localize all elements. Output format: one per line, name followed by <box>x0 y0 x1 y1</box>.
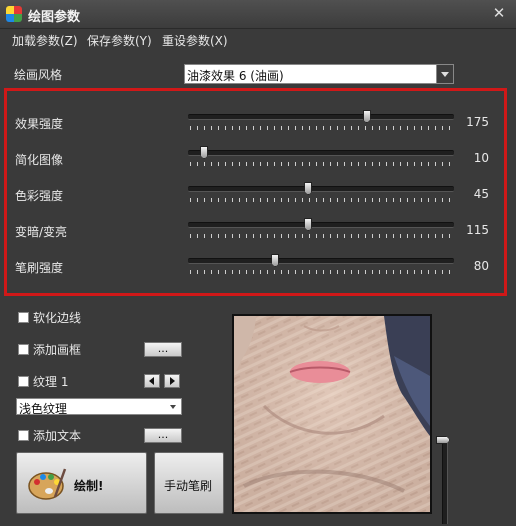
texture-select[interactable]: 浅色纹理 <box>16 398 182 416</box>
menu-reset-params[interactable]: 重设参数(X) <box>162 32 228 49</box>
texture-select-value: 浅色纹理 <box>19 402 68 416</box>
style-label: 绘画风格 <box>14 68 63 82</box>
preview-zoom-track[interactable] <box>442 440 448 524</box>
slider-label: 效果强度 <box>15 117 64 131</box>
chevron-down-icon[interactable] <box>436 65 453 83</box>
frame-options-button[interactable]: ... <box>144 342 182 357</box>
add-text-checkbox[interactable] <box>18 430 29 441</box>
paint-button[interactable]: 绘制! <box>16 452 147 514</box>
slider-value: 80 <box>473 259 489 273</box>
manual-brush-label: 手动笔刷 <box>164 479 213 493</box>
slider-label: 色彩强度 <box>15 189 64 203</box>
manual-brush-button[interactable]: 手动笔刷 <box>154 452 224 514</box>
texture-prev-button[interactable] <box>144 374 160 388</box>
menu-save-params[interactable]: 保存参数(Y) <box>87 32 152 49</box>
slider-ticks <box>190 270 452 274</box>
slider-label: 笔刷强度 <box>15 261 64 275</box>
menu-load-params[interactable]: 加载参数(Z) <box>12 32 78 49</box>
slider-track[interactable] <box>188 186 454 192</box>
slider-track[interactable] <box>188 150 454 156</box>
paint-button-label: 绘制! <box>74 479 104 493</box>
slider-value: 45 <box>473 187 489 201</box>
palette-icon <box>28 468 67 500</box>
add-frame-checkbox[interactable] <box>18 344 29 355</box>
slider-value: 115 <box>466 223 489 237</box>
arrow-left-icon <box>149 377 154 385</box>
slider-ticks <box>190 126 452 130</box>
slider-track[interactable] <box>188 258 454 264</box>
window-title: 绘图参数 <box>28 10 81 25</box>
close-icon[interactable]: ✕ <box>490 4 508 22</box>
texture-checkbox[interactable] <box>18 376 29 387</box>
soften-edges-checkbox[interactable] <box>18 312 29 323</box>
app-icon <box>6 6 22 22</box>
texture-label: 纹理 1 <box>33 375 69 389</box>
arrow-right-icon <box>170 377 175 385</box>
soften-edges-label: 软化边线 <box>33 311 82 325</box>
text-options-button[interactable]: ... <box>144 428 182 443</box>
style-select-value: 油漆效果 6 (油画) <box>187 69 284 83</box>
slider-ticks <box>190 198 452 202</box>
texture-next-button[interactable] <box>164 374 180 388</box>
slider-label: 变暗/变亮 <box>15 225 68 239</box>
slider-track[interactable] <box>188 114 454 120</box>
add-text-label: 添加文本 <box>33 429 82 443</box>
slider-track[interactable] <box>188 222 454 228</box>
slider-ticks <box>190 162 452 166</box>
slider-ticks <box>190 234 452 238</box>
slider-value: 10 <box>473 151 489 165</box>
add-frame-label: 添加画框 <box>33 343 82 357</box>
slider-value: 175 <box>466 115 489 129</box>
preview-image <box>232 314 432 514</box>
painted-portrait <box>234 316 430 512</box>
style-select[interactable]: 油漆效果 6 (油画) <box>184 64 454 84</box>
slider-label: 简化图像 <box>15 153 64 167</box>
